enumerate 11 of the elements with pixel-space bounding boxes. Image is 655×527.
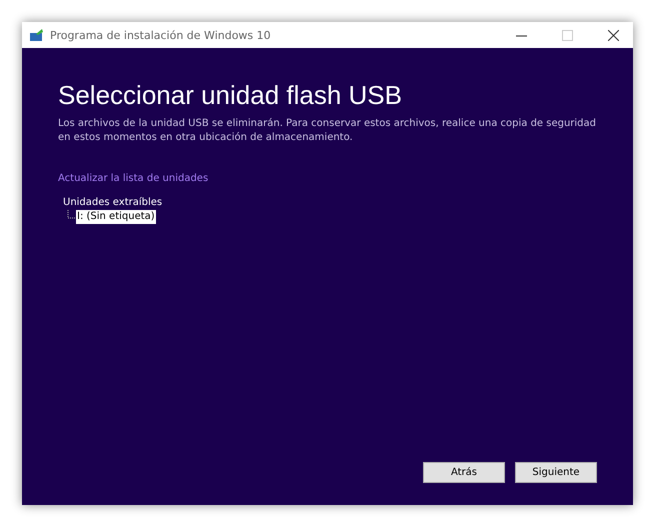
close-icon[interactable] xyxy=(608,30,619,40)
setup-icon xyxy=(30,29,44,41)
page-heading: Seleccionar unidad flash USB xyxy=(58,80,403,111)
window-title: Programa de instalación de Windows 10 xyxy=(50,28,271,42)
tree-connector xyxy=(67,210,76,220)
nav-button[interactable]: Siguiente xyxy=(515,462,597,483)
tree-item[interactable]: I: (Sin etiqueta) xyxy=(76,210,156,224)
description: Los archivos de la unidad USB se eliminarán. Para conservar estos archivos, realice una copia de seguridad en estos momentos en otra ubicación de almacenamiento. xyxy=(58,117,598,145)
nav-button[interactable]: Atrás xyxy=(423,462,505,483)
tree-item[interactable]: Unidades extraíbles xyxy=(62,196,164,210)
refresh-link[interactable]: Actualizar la lista de unidades xyxy=(58,173,208,184)
